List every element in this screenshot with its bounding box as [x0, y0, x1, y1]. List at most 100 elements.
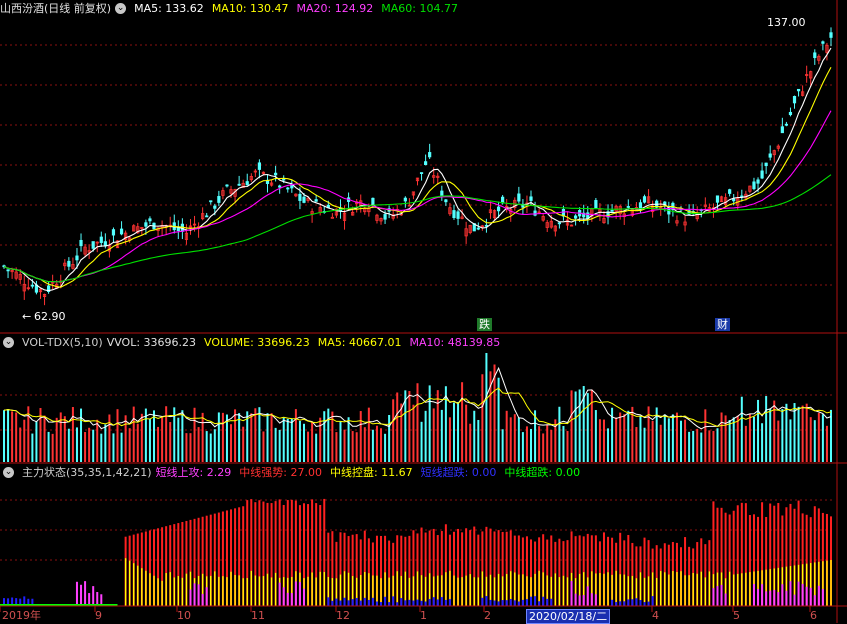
- mid-control-bar: [664, 572, 666, 606]
- mid-control-value: 中线控盘: 11.67: [329, 466, 413, 479]
- short-attack-bar: [797, 581, 800, 606]
- volume-bar: [128, 428, 131, 462]
- volume-bar: [201, 412, 204, 462]
- short-attack-bar: [294, 581, 297, 606]
- volume-bar: [92, 429, 95, 462]
- volume-bar: [35, 421, 38, 462]
- volume-bar: [724, 415, 727, 462]
- short-attack-bar: [286, 592, 289, 606]
- mid-control-bar: [619, 574, 621, 606]
- volume-bar: [736, 415, 739, 462]
- candle-body: [6, 269, 10, 272]
- candle-body: [213, 205, 217, 209]
- mid-control-bar: [141, 568, 143, 606]
- short-attack-bar: [821, 589, 824, 606]
- short-attack-bar: [278, 582, 281, 606]
- candle-body: [715, 195, 720, 203]
- short-plunge-bar: [623, 601, 626, 606]
- mid-control-bar: [246, 577, 248, 606]
- mid-control-bar: [728, 571, 731, 606]
- volume-bar: [278, 429, 281, 462]
- short-attack-bar: [96, 592, 99, 606]
- volume-bar: [116, 409, 119, 462]
- short-plunge-bar: [485, 596, 488, 606]
- candle-body: [245, 181, 249, 186]
- mid-control-bar: [226, 577, 228, 606]
- volume-bar: [420, 421, 423, 462]
- volume-bar: [696, 428, 699, 462]
- candle-body: [784, 123, 789, 126]
- mid-control-bar: [222, 576, 224, 606]
- volume-bar: [684, 419, 687, 462]
- mf-indicator-name[interactable]: 主力状态(35,35,1,42,21): [22, 464, 152, 480]
- volume-bar: [408, 391, 411, 462]
- mid-control-bar: [623, 574, 625, 606]
- volume-bar: [566, 430, 569, 462]
- mid-control-bar: [554, 573, 557, 606]
- volume-bar: [262, 431, 265, 462]
- low-price-label: 62.90: [34, 310, 66, 323]
- candle-body: [780, 126, 784, 134]
- short-attack-bar: [752, 584, 755, 606]
- short-plunge-bar: [331, 600, 334, 606]
- mid-control-bar: [254, 575, 257, 606]
- mid-control-bar: [161, 580, 163, 606]
- volume-bar: [375, 425, 378, 462]
- short-attack-bar: [805, 586, 808, 606]
- event-tag-finance[interactable]: 财: [715, 318, 730, 331]
- short-plunge-bar: [380, 602, 383, 606]
- time-label-sep: 9: [95, 609, 102, 622]
- vol-ma5-value: MA5: 40667.01: [317, 335, 402, 349]
- short-plunge-bar: [420, 600, 423, 606]
- short-plunge-bar: [335, 598, 338, 606]
- settings-circle-icon[interactable]: ⌄: [3, 336, 14, 348]
- volume-bar: [781, 409, 784, 462]
- short-plunge-bar: [546, 598, 549, 606]
- volume-bar: [574, 391, 577, 462]
- short-attack-bar: [720, 584, 723, 606]
- volume-bar: [43, 415, 46, 462]
- short-plunge-bar: [408, 599, 411, 606]
- mid-control-bar: [558, 577, 561, 606]
- short-attack-bar: [773, 589, 776, 606]
- short-attack-bar: [205, 587, 208, 606]
- volume-bar: [7, 409, 10, 462]
- volume-bar: [120, 432, 123, 462]
- volume-bar: [805, 403, 808, 462]
- short-attack-bar: [282, 587, 285, 606]
- short-plunge-bar: [538, 601, 541, 606]
- mid-control-bar: [380, 578, 382, 606]
- volume-bar: [501, 429, 504, 462]
- volume-bar: [132, 406, 135, 462]
- volume-bar: [521, 432, 524, 462]
- candle-body: [452, 210, 456, 219]
- short-plunge-bar: [359, 600, 362, 606]
- mid-control-bar: [684, 575, 686, 606]
- settings-circle-icon[interactable]: ⌄: [115, 2, 127, 14]
- volume-bar: [769, 408, 772, 462]
- volume-bar: [793, 403, 796, 462]
- volume-bar: [290, 418, 293, 462]
- candle-body: [237, 183, 241, 186]
- mid-control-bar: [242, 578, 244, 606]
- event-tag-fall[interactable]: 跌: [477, 318, 492, 331]
- ma20-line: [3, 110, 832, 283]
- volume-bar: [311, 422, 314, 462]
- volume-bar: [643, 427, 646, 462]
- volume-bar: [189, 433, 192, 462]
- volume-bar: [785, 403, 788, 462]
- volume-bar: [67, 428, 70, 462]
- volume-bar: [15, 412, 18, 462]
- candle-body: [424, 161, 428, 166]
- short-plunge-value: 短线超跌: 0.00: [420, 466, 497, 479]
- mid-control-bar: [124, 558, 127, 606]
- settings-circle-icon[interactable]: ⌄: [3, 466, 14, 478]
- vol-indicator-name[interactable]: VOL-TDX(5,10): [22, 336, 103, 349]
- candle-body: [476, 227, 480, 230]
- short-plunge-bar: [643, 602, 646, 606]
- volume-bar: [31, 433, 34, 462]
- candle-body: [205, 215, 209, 218]
- price-title[interactable]: 山西汾酒(日线 前复权): [0, 0, 111, 16]
- candle-body: [496, 206, 501, 212]
- short-attack-bar: [574, 593, 577, 606]
